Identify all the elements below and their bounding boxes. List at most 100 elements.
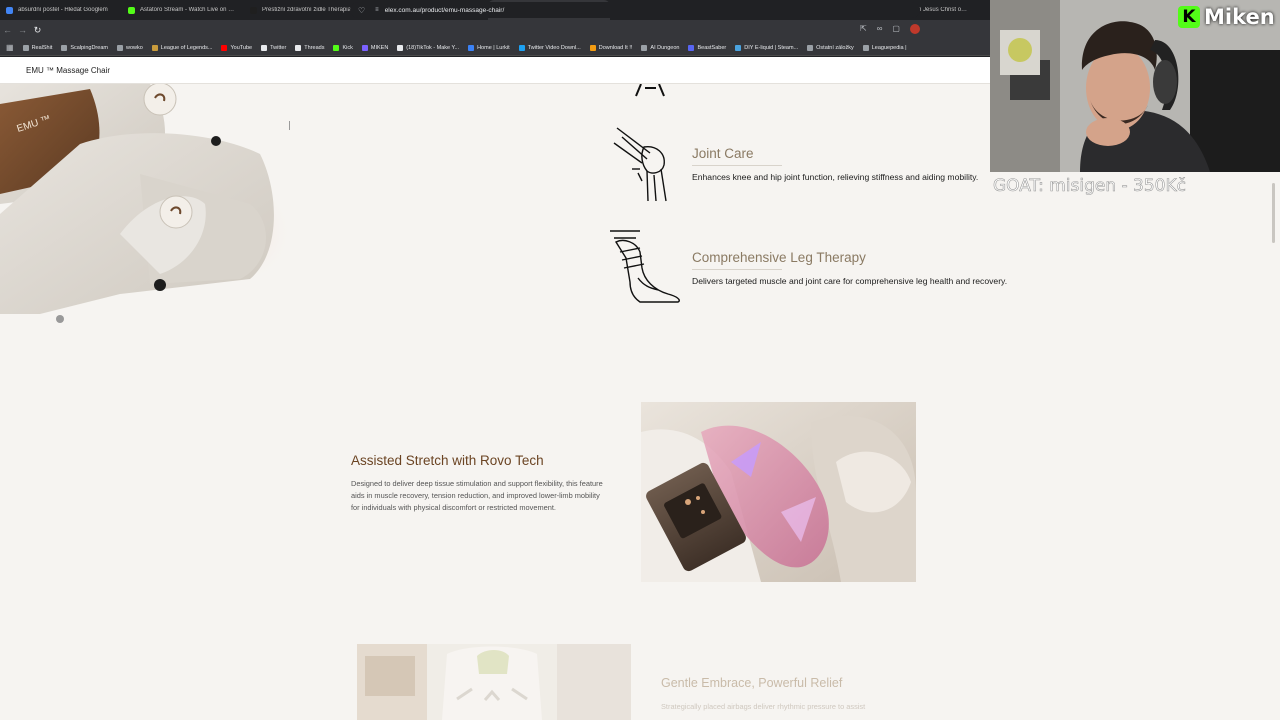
bookmark-label: Twitter bbox=[270, 44, 287, 51]
address-text: elex.com.au/product/emu-massage-chair/ bbox=[384, 6, 505, 14]
scrollbar-thumb[interactable] bbox=[1272, 183, 1275, 243]
bookmark-label: wowko bbox=[125, 44, 143, 51]
feature-title-joint-care: Joint Care bbox=[692, 146, 754, 161]
bookmark-label: Download It !! bbox=[598, 44, 633, 51]
page-title: EMU ™ Massage Chair bbox=[26, 66, 111, 75]
bookmark-item[interactable]: Kick bbox=[333, 44, 353, 51]
bookmark-item[interactable]: Download It !! bbox=[589, 44, 633, 51]
knee-joint-icon bbox=[613, 127, 667, 202]
bookmark-favicon-icon bbox=[295, 44, 302, 51]
bookmark-item[interactable]: ScalpingDream bbox=[61, 44, 108, 51]
bookmark-favicon-icon bbox=[735, 44, 742, 51]
share-icon[interactable]: ⇱ bbox=[860, 24, 867, 34]
bookmark-favicon-icon bbox=[61, 44, 68, 51]
tab-favicon-icon bbox=[6, 6, 13, 14]
massage-chair-image: EMU ™ bbox=[0, 84, 292, 323]
bookmark-label: DIY E-liquid | Steam... bbox=[744, 44, 799, 51]
feature-desc-joint-care: Enhances knee and hip joint function, re… bbox=[692, 172, 979, 182]
feature-desc-leg-therapy: Delivers targeted muscle and joint care … bbox=[692, 276, 1008, 286]
bookmark-favicon-icon bbox=[151, 44, 158, 51]
bookmark-item[interactable]: Leaguepedia | bbox=[862, 44, 907, 51]
bookmark-favicon-icon bbox=[361, 44, 368, 51]
bookmark-item[interactable]: League of Legends... bbox=[151, 44, 213, 51]
bookmark-label: RealShit bbox=[31, 44, 53, 51]
feature-divider bbox=[692, 269, 782, 270]
bookmark-favicon-icon bbox=[589, 44, 596, 51]
section-title-gentle-embrace: Gentle Embrace, Powerful Relief bbox=[661, 676, 843, 690]
bookmark-label: Leaguepedia | bbox=[871, 44, 907, 51]
extension-icon[interactable] bbox=[909, 24, 920, 34]
partial-figure-icon bbox=[635, 84, 665, 97]
link-icon[interactable]: ∞ bbox=[877, 24, 883, 34]
rovo-tech-leg-massage-image bbox=[641, 402, 916, 582]
bookmark-item[interactable]: YouTube bbox=[221, 44, 253, 51]
bookmark-item[interactable]: wowko bbox=[116, 44, 143, 51]
bookmark-item[interactable]: MIKEN bbox=[361, 44, 389, 51]
toolbar-actions: ⇱ ∞ ▢ bbox=[860, 24, 920, 34]
bookmark-label: MIKEN bbox=[370, 44, 389, 51]
cast-icon[interactable]: ▢ bbox=[892, 24, 900, 34]
bookmark-item[interactable]: (18)TikTok - Make Y... bbox=[397, 44, 460, 51]
bookmark-label: Home | Lurkit bbox=[477, 44, 510, 51]
browser-toolbar: ← → ↻ bbox=[0, 20, 990, 40]
section-desc-assisted-stretch: Designed to deliver deep tissue stimulat… bbox=[351, 479, 603, 512]
bookmark-label: YouTube bbox=[230, 44, 253, 51]
back-icon[interactable]: ← bbox=[0, 25, 15, 35]
browser-tab[interactable]: Prestižní zdravotní židle Therapia Ero bbox=[244, 0, 366, 20]
site-info-icon[interactable]: ≡ bbox=[375, 7, 379, 13]
bookmark-favicon-icon bbox=[468, 44, 475, 51]
bookmark-item[interactable]: DIY E-liquid | Steam... bbox=[735, 44, 799, 51]
feature-divider bbox=[692, 165, 782, 166]
bookmark-item[interactable]: Home | Lurkit bbox=[468, 44, 510, 51]
bookmark-favicon-icon bbox=[22, 44, 29, 51]
section-title-assisted-stretch: Assisted Stretch with Rovo Tech bbox=[351, 453, 544, 468]
section-desc-gentle-embrace: Strategically placed airbags deliver rhy… bbox=[661, 702, 866, 711]
bookmark-favicon-icon bbox=[116, 44, 123, 51]
reload-icon[interactable]: ↻ bbox=[30, 25, 45, 36]
bookmark-item[interactable]: AI Dungeon bbox=[641, 44, 680, 51]
text-cursor bbox=[289, 121, 290, 130]
bookmark-label: AI Dungeon bbox=[650, 44, 680, 51]
bookmark-label: ScalpingDream bbox=[70, 44, 108, 51]
bookmark-item[interactable]: BeastSaber bbox=[688, 44, 727, 51]
browser-tab[interactable]: Astatoro Stream - Watch Live on Kick bbox=[122, 0, 244, 20]
forward-icon[interactable]: → bbox=[15, 25, 30, 35]
bookmark-label: BeastSaber bbox=[697, 44, 727, 51]
bookmark-favicon-icon bbox=[221, 44, 228, 51]
bookmark-label: League of Legends... bbox=[160, 44, 213, 51]
bookmark-favicon-icon bbox=[688, 44, 695, 51]
site-header: EMU ™ Massage Chair bbox=[0, 57, 990, 84]
page-scrollbar[interactable] bbox=[1269, 171, 1277, 720]
tab-label: absurdní postel - Hledat Googlem bbox=[18, 7, 108, 13]
tab-favicon-icon bbox=[250, 6, 257, 14]
streamer-logo: K Miken bbox=[1178, 5, 1275, 29]
bookmark-item[interactable]: RealShit bbox=[22, 44, 53, 51]
bookmark-star-icon[interactable]: ♡ bbox=[358, 6, 365, 15]
tab-label: Astatoro Stream - Watch Live on Kick bbox=[140, 7, 238, 13]
bookmarks-bar: ▦ RealShit ScalpingDream wowko League of Le… bbox=[0, 40, 990, 56]
bookmark-favicon-icon bbox=[807, 44, 814, 51]
bookmark-label: Kick bbox=[342, 44, 353, 51]
bookmark-label: Ostatní záložky bbox=[816, 44, 854, 51]
kick-logo-icon: K bbox=[1178, 6, 1200, 28]
feature-title-leg-therapy: Comprehensive Leg Therapy bbox=[692, 250, 866, 265]
apps-grid-icon[interactable]: ▦ bbox=[6, 43, 14, 52]
bookmark-favicon-icon bbox=[518, 44, 525, 51]
bookmark-item[interactable]: Threads bbox=[295, 44, 325, 51]
address-bar[interactable]: ♡ ≡ elex.com.au/product/emu-massage-chai… bbox=[350, 2, 920, 18]
bookmark-favicon-icon bbox=[862, 44, 869, 51]
leg-therapy-icon bbox=[610, 230, 680, 303]
chair-airbags-image bbox=[357, 644, 631, 720]
bookmark-item[interactable]: Twitter Video Downl... bbox=[518, 44, 581, 51]
bookmark-item[interactable]: Twitter bbox=[261, 44, 287, 51]
browser-tab[interactable]: absurdní postel - Hledat Googlem bbox=[0, 0, 122, 20]
tab-favicon-icon bbox=[128, 6, 135, 14]
bookmark-item[interactable]: Ostatní záložky bbox=[807, 44, 854, 51]
bookmark-label: Threads bbox=[304, 44, 325, 51]
bookmark-favicon-icon bbox=[261, 44, 268, 51]
bookmark-label: Twitter Video Downl... bbox=[527, 44, 581, 51]
tab-label: Prestižní zdravotní židle Therapia Ero bbox=[262, 7, 360, 13]
bookmark-favicon-icon bbox=[333, 44, 340, 51]
bookmark-label: (18)TikTok - Make Y... bbox=[406, 44, 460, 51]
streamer-name: Miken bbox=[1204, 5, 1275, 29]
